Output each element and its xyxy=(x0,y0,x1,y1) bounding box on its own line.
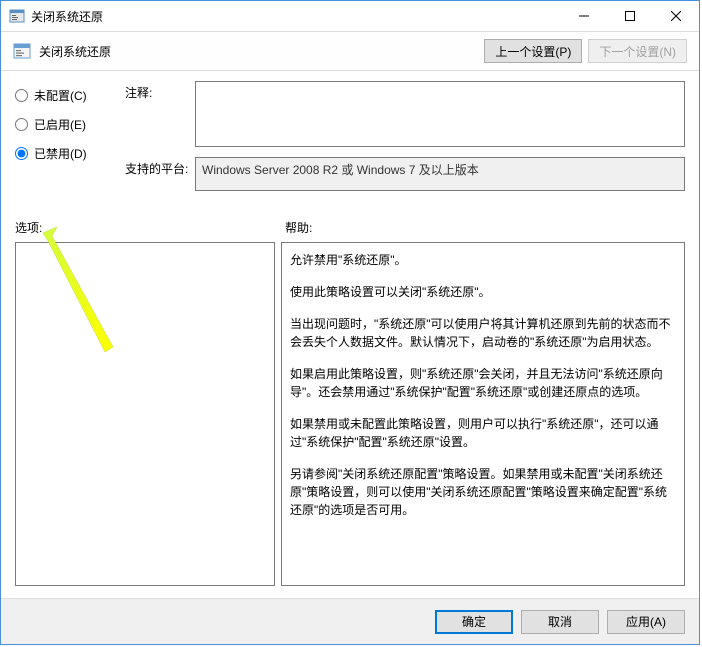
state-radio-group: 未配置(C) 已启用(E) 已禁用(D) xyxy=(15,81,115,201)
comment-label: 注释: xyxy=(125,81,195,147)
policy-icon xyxy=(13,42,31,60)
lower-labels: 选项: 帮助: xyxy=(15,219,685,236)
radio-not-configured-input[interactable] xyxy=(15,89,28,102)
radio-enabled[interactable]: 已启用(E) xyxy=(15,116,115,133)
comment-row: 注释: xyxy=(125,81,685,147)
platform-label: 支持的平台: xyxy=(125,157,195,191)
minimize-button[interactable] xyxy=(561,1,607,31)
cancel-button[interactable]: 取消 xyxy=(521,610,599,634)
close-button[interactable] xyxy=(653,1,699,31)
help-paragraph: 如果禁用或未配置此策略设置，则用户可以执行"系统还原"，还可以通过"系统保护"配… xyxy=(290,415,676,451)
help-paragraph: 当出现问题时，"系统还原"可以使用户将其计算机还原到先前的状态而不会丢失个人数据… xyxy=(290,315,676,351)
radio-not-configured[interactable]: 未配置(C) xyxy=(15,87,115,104)
page-title: 关闭系统还原 xyxy=(39,43,478,60)
next-setting-button[interactable]: 下一个设置(N) xyxy=(588,39,687,63)
titlebar: 关闭系统还原 xyxy=(1,1,699,31)
top-section: 未配置(C) 已启用(E) 已禁用(D) 注释: 支持的平台: xyxy=(15,81,685,201)
dialog-window: 关闭系统还原 关闭系统还原 上一个设置(P) 下一个设置(N) xyxy=(0,0,700,645)
window-title: 关闭系统还原 xyxy=(31,8,561,25)
radio-disabled[interactable]: 已禁用(D) xyxy=(15,145,115,162)
options-label: 选项: xyxy=(15,219,285,236)
lower-panes: 允许禁用"系统还原"。使用此策略设置可以关闭"系统还原"。当出现问题时，"系统还… xyxy=(15,242,685,586)
radio-enabled-input[interactable] xyxy=(15,118,28,131)
window-icon xyxy=(9,8,25,24)
help-paragraph: 允许禁用"系统还原"。 xyxy=(290,251,676,269)
help-label: 帮助: xyxy=(285,219,685,236)
radio-disabled-input[interactable] xyxy=(15,147,28,160)
footer: 确定 取消 应用(A) xyxy=(1,598,699,644)
maximize-button[interactable] xyxy=(607,1,653,31)
help-paragraph: 使用此策略设置可以关闭"系统还原"。 xyxy=(290,283,676,301)
content-area: 未配置(C) 已启用(E) 已禁用(D) 注释: 支持的平台: xyxy=(1,71,699,598)
radio-disabled-label[interactable]: 已禁用(D) xyxy=(34,145,87,162)
help-paragraph: 另请参阅"关闭系统还原配置"策略设置。如果禁用或未配置"关闭系统还原"策略设置，… xyxy=(290,465,676,519)
ok-button[interactable]: 确定 xyxy=(435,610,513,634)
options-pane xyxy=(15,242,275,586)
help-pane: 允许禁用"系统还原"。使用此策略设置可以关闭"系统还原"。当出现问题时，"系统还… xyxy=(281,242,685,586)
labeled-fields: 注释: 支持的平台: Windows Server 2008 R2 或 Wind… xyxy=(125,81,685,201)
window-controls xyxy=(561,1,699,31)
platform-value: Windows Server 2008 R2 或 Windows 7 及以上版本 xyxy=(195,157,685,191)
radio-enabled-label[interactable]: 已启用(E) xyxy=(34,116,86,133)
comment-input[interactable] xyxy=(195,81,685,147)
help-paragraph: 如果启用此策略设置，则"系统还原"会关闭，并且无法访问"系统还原向导"。还会禁用… xyxy=(290,365,676,401)
apply-button[interactable]: 应用(A) xyxy=(607,610,685,634)
header-row: 关闭系统还原 上一个设置(P) 下一个设置(N) xyxy=(1,31,699,71)
radio-not-configured-label[interactable]: 未配置(C) xyxy=(34,87,87,104)
platform-row: 支持的平台: Windows Server 2008 R2 或 Windows … xyxy=(125,157,685,191)
prev-setting-button[interactable]: 上一个设置(P) xyxy=(484,39,582,63)
